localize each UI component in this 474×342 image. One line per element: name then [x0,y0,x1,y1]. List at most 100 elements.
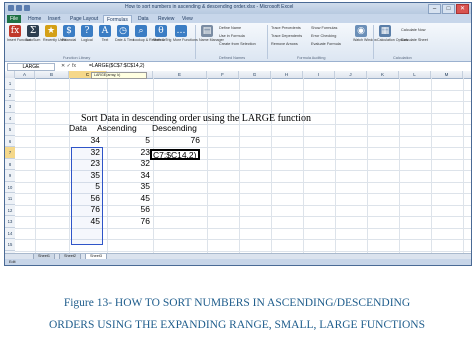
ascending-cell: 35 [140,181,150,191]
row-header-15[interactable]: 15 [5,239,15,251]
row-header-1[interactable]: 1 [5,78,15,90]
fx-icon: fx [9,25,21,37]
minimize-button[interactable]: – [428,4,441,14]
close-button[interactable]: ✕ [456,4,469,14]
tab-review[interactable]: Review [155,15,177,23]
tab-file[interactable]: File [7,15,21,23]
gridline [15,101,471,102]
row-header-6[interactable]: 6 [5,135,15,147]
book-icon: θ [155,25,167,37]
formula-input[interactable]: =LARGE($C$7:$C$14,2) [89,63,469,69]
sigma-icon: Σ [27,25,39,37]
recently-used-button[interactable]: ★ Recently Used [43,25,66,42]
group-label-function-library: Function Library [63,56,91,60]
redo-icon[interactable] [24,5,30,11]
row-header-9[interactable]: 9 [5,170,15,182]
tab-home[interactable]: Home [25,15,44,23]
remove-arrows-button[interactable]: Remove Arrows [271,42,298,46]
select-all-corner[interactable] [5,71,15,78]
define-name-button[interactable]: Define Name [219,26,241,30]
row-header-7[interactable]: 7 [5,147,15,159]
header-data: Data [69,123,87,133]
data-cell: 34 [90,135,100,145]
calculate-now-button[interactable]: Calculate Now [401,28,425,32]
calculate-sheet-button[interactable]: Calculate Sheet [401,38,428,42]
row-header-5[interactable]: 5 [5,124,15,136]
undo-icon[interactable] [16,5,22,11]
row-header-14[interactable]: 14 [5,227,15,239]
status-mode: Edit [9,260,16,264]
caption-line-2: ORDERS USING THE EXPANDING RANGE, SMALL,… [48,319,425,331]
row-header-13[interactable]: 13 [5,216,15,228]
tab-view[interactable]: View [179,15,196,23]
row-header-4[interactable]: 4 [5,112,15,124]
data-cell: 76 [90,204,100,214]
data-cell: 45 [90,215,100,226]
trace-dependents-button[interactable]: Trace Dependents [271,34,302,38]
autosum-button[interactable]: Σ AutoSum [25,25,41,42]
column-header-i[interactable]: I [303,71,335,78]
error-checking-button[interactable]: Error Checking [311,34,336,38]
financial-button[interactable]: $ Financial [61,25,77,42]
figure-caption: Figure 13- HOW TO SORT NUMBERS IN ASCEND… [0,292,474,336]
row-header-3[interactable]: 3 [5,101,15,113]
tab-page-layout[interactable]: Page Layout [67,15,101,23]
watch-window-button[interactable]: ◉ Watch Window [353,25,377,42]
group-label-calculation: Calculation [393,56,412,60]
column-header-h[interactable]: H [271,71,303,78]
maximize-button[interactable]: □ [442,4,455,14]
formula-buttons[interactable]: ✕ ✓ fx [61,63,76,69]
name-manager-button[interactable]: ▤ Name Manager [199,25,224,42]
book-icon: ⌕ [135,25,147,37]
row-header-8[interactable]: 8 [5,158,15,170]
column-header-f[interactable]: F [207,71,239,78]
book-icon: … [175,25,187,37]
use-in-formula-button[interactable]: Use in Formula [219,34,245,38]
row-header-11[interactable]: 11 [5,193,15,205]
function-tooltip: LARGE(array, k) [91,72,147,79]
column-header-g[interactable]: G [239,71,271,78]
column-header-e[interactable]: E [153,71,207,78]
math-trig-button[interactable]: θ Math & Trig [153,25,171,42]
ribbon-divider [267,25,268,59]
column-header-b[interactable]: B [35,71,69,78]
column-header-j[interactable]: J [335,71,367,78]
tab-data[interactable]: Data [135,15,152,23]
trace-precedents-button[interactable]: Trace Precedents [271,26,301,30]
column-header-k[interactable]: K [367,71,399,78]
column-header-a[interactable]: A [15,71,35,78]
insert-function-button[interactable]: fx Insert Function [7,25,31,42]
ascending-cell: 23 [140,146,150,157]
column-header-l[interactable]: L [399,71,431,78]
column-header-m[interactable]: M [431,71,463,78]
calculation-options-button[interactable]: ▦ Calculation Options [377,25,408,42]
tab-insert[interactable]: Insert [45,15,64,23]
lookup-reference-button[interactable]: ⌕ Lookup & Reference [133,25,166,42]
book-icon: A [99,25,111,37]
star-icon: ★ [45,25,57,37]
text-button[interactable]: A Text [97,25,113,42]
column-header-n[interactable]: N [463,71,471,78]
row-header-12[interactable]: 12 [5,204,15,216]
group-label-defined-names: Defined Names [219,56,246,60]
gridline [15,250,471,252]
caption-line-1: Figure 13- HOW TO SORT NUMBERS IN ASCEND… [63,297,411,309]
ascending-cell: 34 [140,169,150,180]
active-cell-editing-text[interactable]: C7:$C14,2) [153,150,196,160]
watch-icon: ◉ [355,25,367,37]
show-formulas-button[interactable]: Show Formulas [311,26,337,30]
tag-icon: ▤ [201,25,213,37]
row-header-10[interactable]: 10 [5,181,15,193]
name-box[interactable]: LARGE [7,63,55,71]
data-cell: 32 [90,146,100,157]
save-icon[interactable] [8,5,14,11]
data-cell: 23 [90,158,100,168]
more-functions-button[interactable]: … More Functions [173,25,198,42]
row-header-2[interactable]: 2 [5,89,15,101]
logical-button[interactable]: ? Logical [79,25,95,42]
create-from-selection-button[interactable]: Create from Selection [219,42,256,46]
evaluate-formula-button[interactable]: Evaluate Formula [311,42,341,46]
book-icon: $ [63,25,75,37]
quick-access-toolbar[interactable] [8,5,30,11]
date-time-button[interactable]: ◷ Date & Time [115,25,135,42]
